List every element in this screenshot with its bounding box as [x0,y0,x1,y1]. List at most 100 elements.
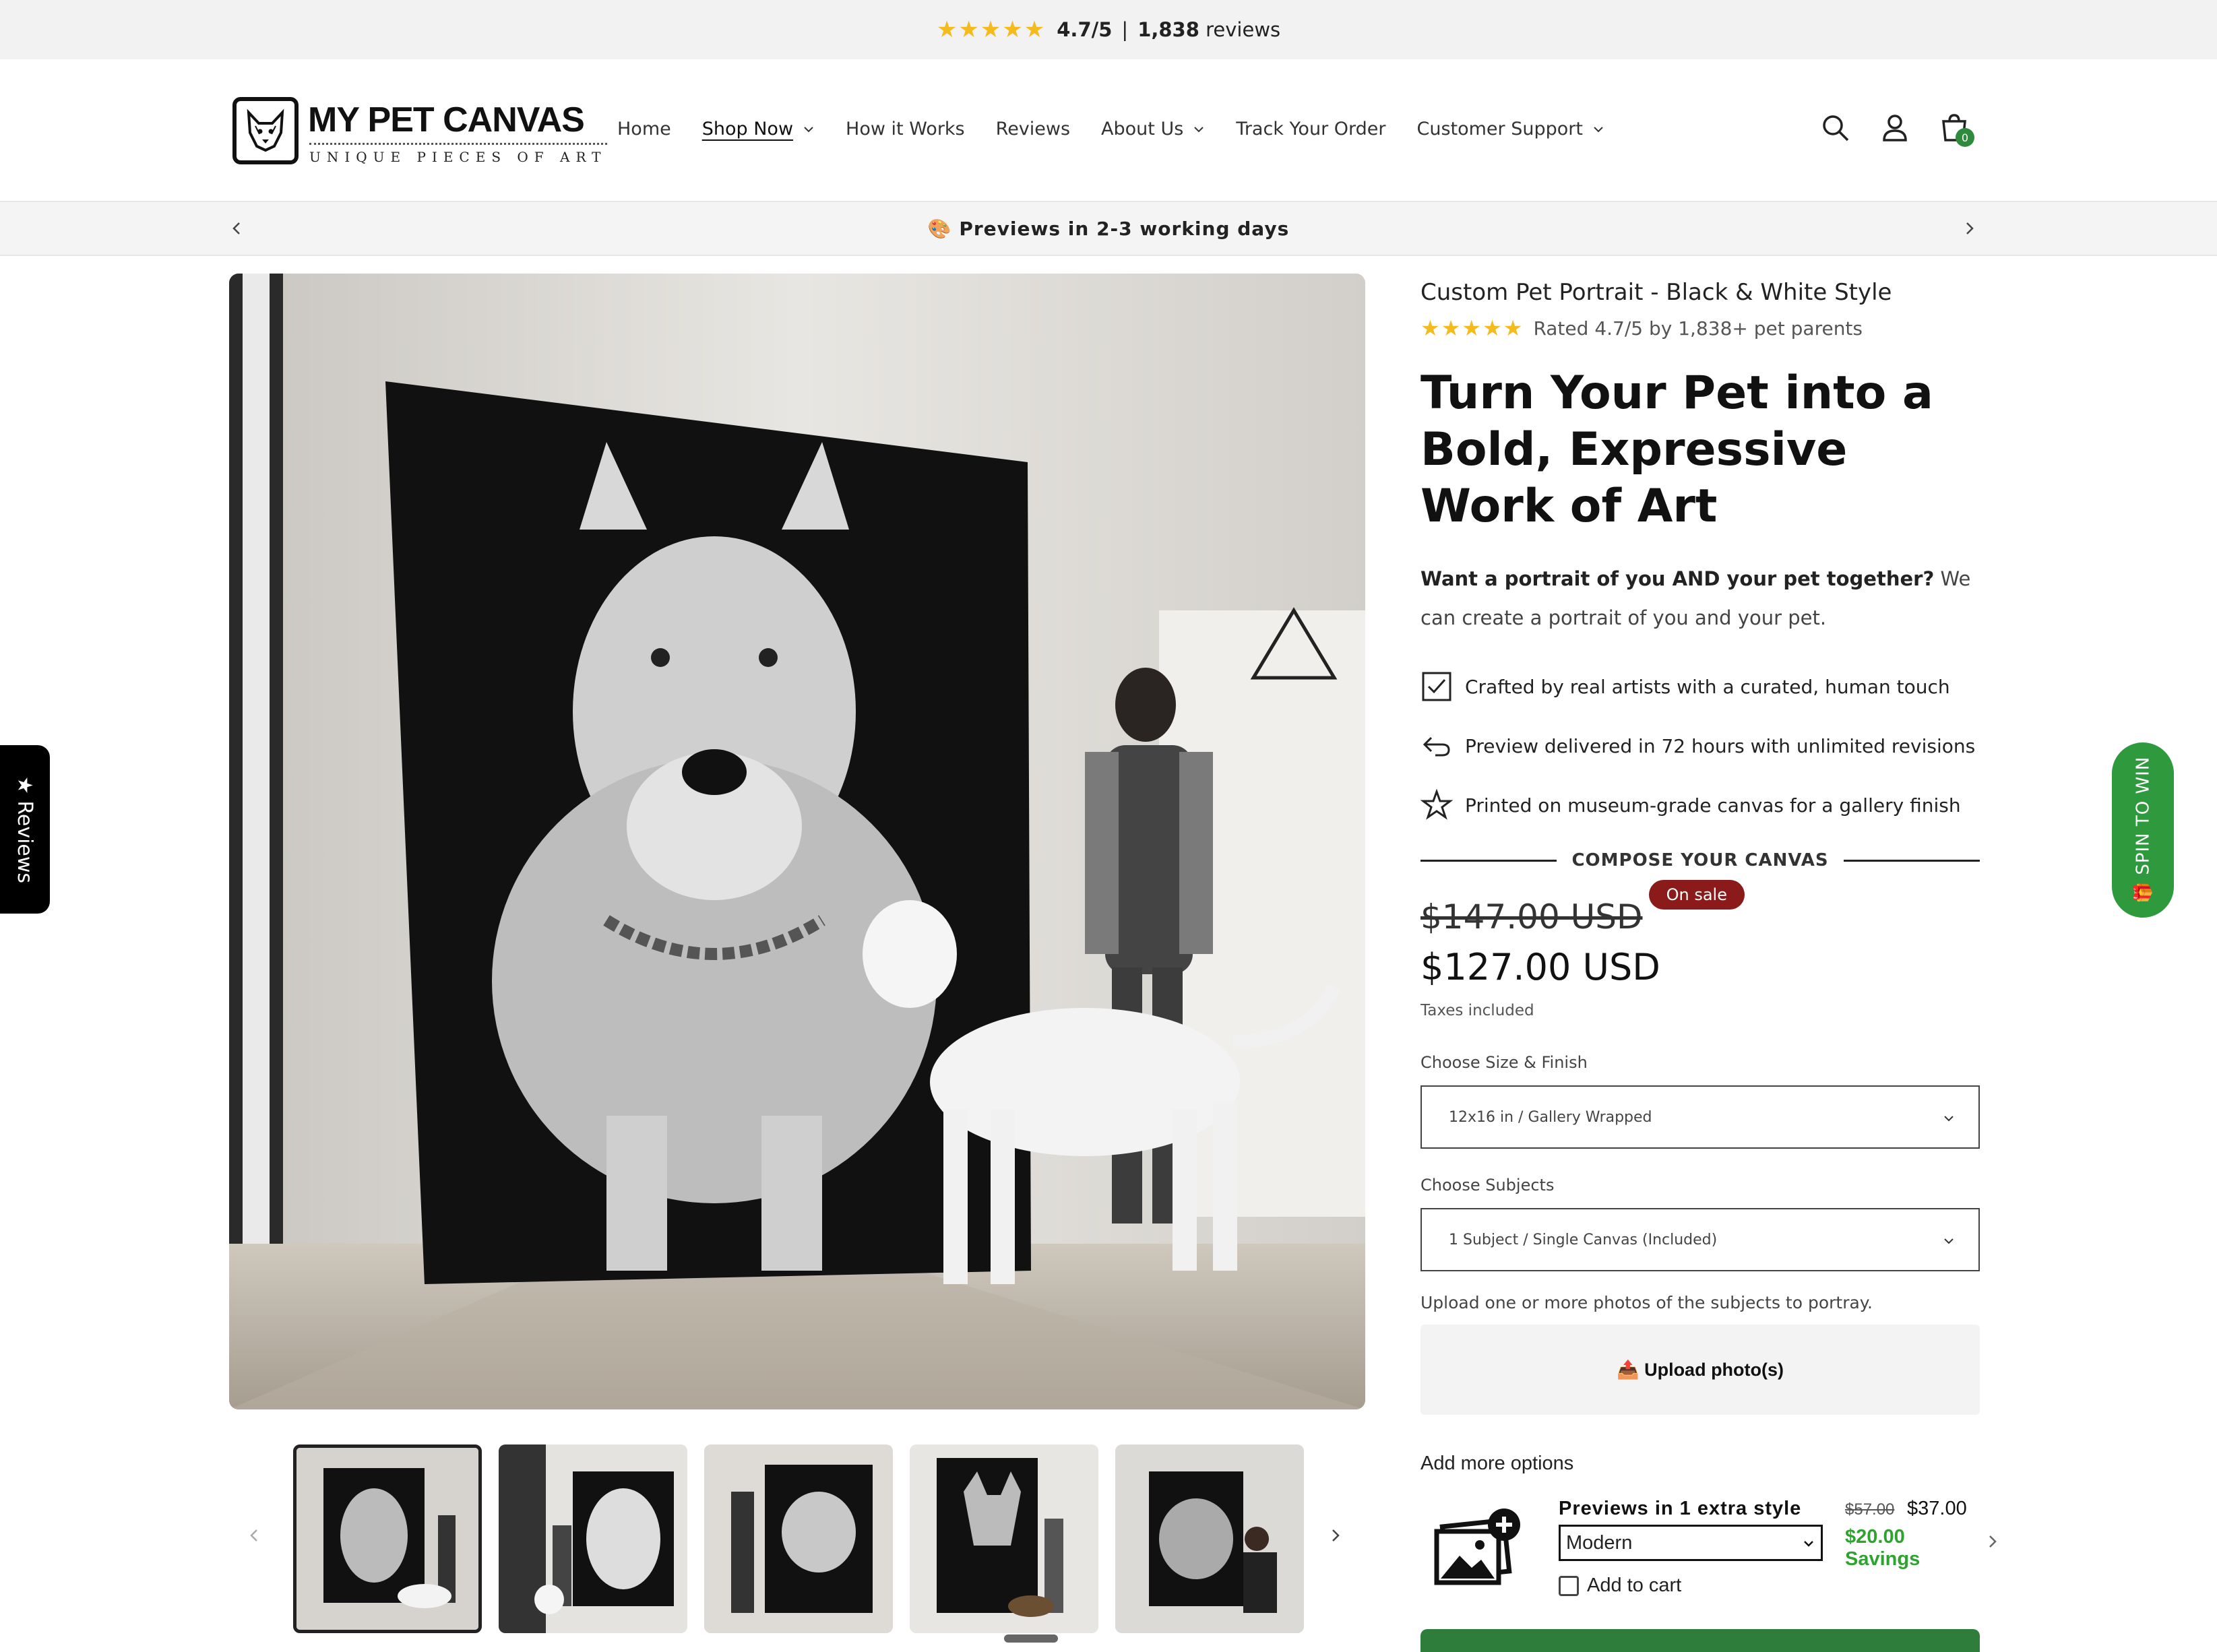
add-to-cart-button[interactable] [1420,1629,1980,1652]
product-info-panel: Custom Pet Portrait - Black & White Styl… [1420,274,1997,1607]
nav-customer-support-label: Customer Support [1416,119,1583,139]
nav-reviews-label: Reviews [995,119,1071,139]
subjects-select-value: 1 Subject / Single Canvas (Included) [1449,1231,1718,1248]
feature-item: Preview delivered in 72 hours with unlim… [1420,726,1980,765]
dog-logo-icon [232,97,299,164]
chevron-down-icon [1944,1116,1954,1122]
thumbnail-photo [499,1444,687,1633]
size-select-value: 12x16 in / Gallery Wrapped [1449,1108,1652,1126]
upsell-extra-style: Previews in 1 extra style Modern Add to … [1420,1492,1997,1607]
chevron-right-icon[interactable] [1325,1525,1346,1546]
sale-price: $127.00 USD [1420,946,1660,988]
product-photo [229,274,1365,1409]
feature-item: Crafted by real artists with a curated, … [1420,667,1980,706]
nav-shop-now[interactable]: Shop Now [702,119,815,139]
sale-badge: On sale [1648,880,1745,910]
intro-bold: Want a portrait of you AND your pet toge… [1420,567,1935,590]
upsell-add-to-cart[interactable]: Add to cart [1559,1575,1681,1597]
checkbox[interactable] [1559,1575,1579,1596]
product-headline: Turn Your Pet into a Bold, Expressive Wo… [1420,367,1933,533]
feature-text: Preview delivered in 72 hours with unlim… [1465,734,1976,757]
logo-title: MY PET CANVAS [308,100,585,139]
rating-stars-icon: ★★★★★ [936,16,1047,43]
upsell-style-select[interactable]: Modern [1559,1525,1823,1561]
chevron-down-icon [1194,126,1204,132]
upsell-checkbox-label: Add to cart [1587,1575,1682,1596]
spin-to-win-tab[interactable]: 🎁 SPIN TO WIN [2112,742,2174,918]
thumbnail-photo [910,1444,1098,1633]
thumbnail-5[interactable] [1115,1444,1304,1633]
divider-line [1843,859,1980,862]
upsell-old-price: $57.00 [1845,1500,1895,1519]
chevron-left-icon[interactable] [244,1525,264,1546]
main-nav: Home Shop Now How it Works Reviews About… [617,119,1635,139]
nav-reviews[interactable]: Reviews [996,119,1070,139]
product-rating: ★★★★★ Rated 4.7/5 by 1,838+ pet parents [1420,315,1980,341]
cart-count-badge: 0 [1956,128,1974,147]
nav-shop-now-label: Shop Now [701,119,794,139]
spin-tab-label: 🎁 SPIN TO WIN [2133,756,2154,904]
nav-about-us[interactable]: About Us [1101,119,1205,139]
checkbox-checked-icon [1422,672,1451,701]
compose-divider: COMPOSE YOUR CANVAS [1420,850,1980,870]
site-logo[interactable]: MY PET CANVAS UNIQUE PIECES OF ART [232,97,607,165]
thumbnail-4[interactable] [910,1444,1098,1633]
nav-customer-support[interactable]: Customer Support [1416,119,1604,139]
chevron-right-icon[interactable] [1960,218,1980,239]
thumbnail-1[interactable] [293,1444,482,1633]
rating-text: Rated 4.7/5 by 1,838+ pet parents [1533,317,1863,340]
upload-note: Upload one or more photos of the subject… [1420,1293,1873,1312]
nav-about-us-label: About Us [1101,119,1184,139]
product-name: Custom Pet Portrait - Black & White Styl… [1420,279,1892,306]
rating-separator: | [1121,18,1129,41]
thumbnail-photo [296,1448,478,1630]
original-price: $147.00 USD [1420,897,1643,936]
reviews-tab-label: ★ Reviews [13,775,37,883]
size-label: Choose Size & Finish [1420,1053,1588,1072]
size-select[interactable]: 12x16 in / Gallery Wrapped [1420,1085,1980,1149]
add-image-icon [1434,1508,1520,1585]
logo-tagline: UNIQUE PIECES OF ART [309,143,607,165]
product-main-image[interactable] [229,274,1365,1409]
site-header: MY PET CANVAS UNIQUE PIECES OF ART Home … [0,59,2217,202]
chevron-down-icon [1804,1541,1813,1547]
return-arrow-icon [1423,736,1450,757]
thumbnail-3[interactable] [704,1444,893,1633]
gallery-scroll-indicator[interactable] [1004,1634,1058,1643]
chevron-down-icon [1944,1238,1954,1244]
rating-bar: ★★★★★ 4.7/5 | 1,838 reviews [0,0,2217,59]
cart-button[interactable]: 0 [1938,112,1974,147]
nav-how-it-works-label: How it Works [846,119,965,139]
divider-line [1420,859,1557,862]
thumbnail-2[interactable] [499,1444,687,1633]
rating-stars-icon: ★★★★★ [1420,315,1524,341]
announcement-text: 🎨 Previews in 2-3 working days [927,217,1290,240]
subjects-select[interactable]: 1 Subject / Single Canvas (Included) [1420,1208,1980,1271]
chevron-left-icon[interactable] [226,218,247,239]
upsell-style-value: Modern [1566,1531,1633,1554]
reviews-word: reviews [1206,18,1281,41]
upload-photos-button[interactable]: 📤 Upload photo(s) [1420,1325,1980,1415]
add-more-options-label: Add more options [1420,1453,1574,1474]
header-icons: 0 [1819,112,1997,147]
product-intro: Want a portrait of you AND your pet toge… [1420,559,1980,637]
feature-text: Printed on museum-grade canvas for a gal… [1465,794,1961,817]
compose-label: COMPOSE YOUR CANVAS [1571,850,1829,870]
star-outline-icon [1420,789,1453,820]
taxes-note: Taxes included [1420,1002,1534,1019]
nav-how-it-works[interactable]: How it Works [846,119,965,139]
account-icon[interactable] [1879,112,1911,144]
nav-home[interactable]: Home [617,119,671,139]
chevron-down-icon [804,126,813,132]
chevron-right-icon[interactable] [1982,1531,2003,1552]
thumbnail-photo [704,1444,893,1633]
chevron-down-icon [1594,126,1603,132]
upsell-new-price: $37.00 [1907,1498,1967,1519]
rating-score: 4.7/5 [1057,18,1113,41]
upsell-savings: $20.00 Savings [1845,1526,1921,1570]
search-icon[interactable] [1819,112,1852,144]
nav-home-label: Home [617,119,671,139]
reviews-side-tab[interactable]: ★ Reviews [0,745,50,914]
thumbnail-gallery [229,1442,1365,1644]
nav-track-order[interactable]: Track Your Order [1236,119,1385,139]
